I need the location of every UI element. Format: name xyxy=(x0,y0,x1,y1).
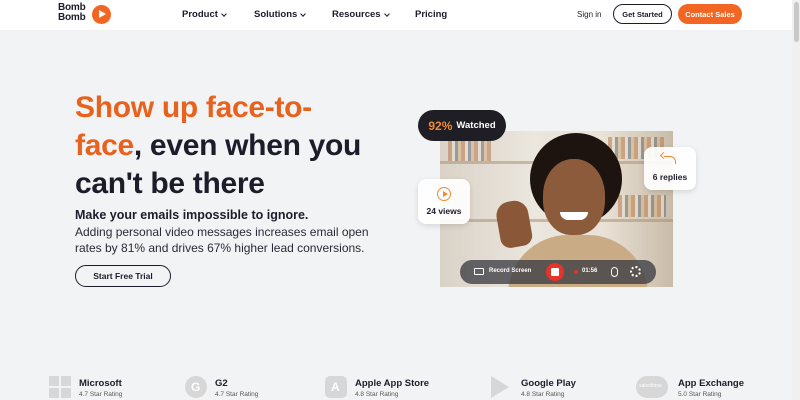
google-play-icon xyxy=(491,376,509,398)
logo-wordmark: Bomb Bomb xyxy=(58,2,86,23)
gear-icon[interactable] xyxy=(630,266,641,277)
hero-body: Adding personal video messages increases… xyxy=(75,225,369,255)
scrollbar-thumb[interactable] xyxy=(794,2,799,42)
hero-headline: Show up face-to-face, even when you can'… xyxy=(75,91,362,200)
replies-card: 6 replies xyxy=(644,147,696,190)
recording-controls: Record Screen 01:56 xyxy=(460,260,656,284)
sign-in-link[interactable]: Sign in xyxy=(577,10,601,19)
waving-hand xyxy=(494,198,534,250)
chevron-down-icon xyxy=(300,10,307,17)
nav-resources[interactable]: Resources xyxy=(332,9,390,20)
video-preview[interactable]: Record Screen 01:56 xyxy=(440,131,673,287)
views-card: 24 views xyxy=(418,179,470,224)
person-face xyxy=(543,159,605,235)
get-started-button[interactable]: Get Started xyxy=(613,4,672,24)
record-screen-label[interactable]: Record Screen xyxy=(489,268,531,274)
microsoft-icon xyxy=(49,376,71,398)
watched-label: Watched xyxy=(456,120,496,131)
g2-icon xyxy=(185,376,207,398)
salesforce-icon xyxy=(636,376,668,398)
scrollbar-track[interactable] xyxy=(792,0,800,400)
watched-badge: 92% Watched xyxy=(418,110,506,141)
site-header: Bomb Bomb Product Solutions Resources Pr… xyxy=(0,0,800,30)
recording-dot-icon xyxy=(574,270,578,274)
bookshelf-decoration xyxy=(618,195,666,217)
chevron-down-icon xyxy=(383,10,390,17)
bombbomb-logo[interactable]: Bomb Bomb xyxy=(58,3,114,27)
bookshelf-decoration xyxy=(448,139,494,161)
reply-icon xyxy=(664,156,676,164)
play-icon xyxy=(437,187,451,201)
nav-pricing[interactable]: Pricing xyxy=(415,9,447,20)
replies-count: 6 replies xyxy=(652,172,688,182)
recording-timer: 01:56 xyxy=(582,268,598,274)
views-count: 24 views xyxy=(426,206,462,216)
contact-sales-button[interactable]: Contact Sales xyxy=(678,4,742,24)
chevron-down-icon xyxy=(221,10,227,17)
nav-product[interactable]: Product xyxy=(182,9,227,20)
stop-recording-button[interactable] xyxy=(546,263,564,281)
nav-solutions[interactable]: Solutions xyxy=(254,9,307,20)
hero-subhead: Make your emails impossible to ignore. xyxy=(75,208,309,222)
watched-percent: 92% xyxy=(428,118,453,133)
logo-play-icon xyxy=(92,5,111,24)
apple-app-store-icon xyxy=(325,376,347,398)
mic-off-icon[interactable] xyxy=(611,267,618,277)
screen-icon[interactable] xyxy=(474,268,484,275)
person-smile xyxy=(560,212,588,220)
start-free-trial-button[interactable]: Start Free Trial xyxy=(75,265,171,287)
